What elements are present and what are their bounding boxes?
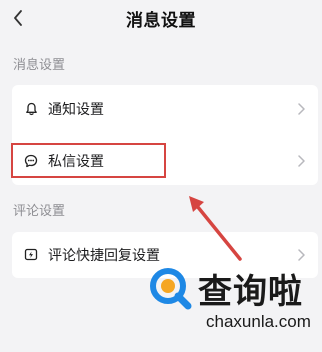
page-title: 消息设置	[126, 11, 196, 31]
lightning-comment-icon	[24, 248, 38, 262]
highlight-box	[11, 143, 166, 178]
watermark: 查询啦 chaxunla.com	[140, 260, 322, 352]
top-bar: 消息设置	[0, 0, 322, 40]
search-logo-icon	[150, 268, 192, 310]
bell-icon	[24, 102, 38, 116]
section-label-comments: 评论设置	[13, 204, 66, 219]
notification-settings-row[interactable]: 通知设置	[12, 85, 318, 133]
watermark-title: 查询啦	[198, 272, 303, 312]
watermark-url: chaxunla.com	[206, 312, 311, 331]
chevron-right-icon	[296, 102, 306, 116]
annotation-arrow-icon	[189, 196, 242, 261]
chevron-right-icon	[296, 154, 306, 168]
notification-settings-label: 通知设置	[48, 102, 104, 118]
section-label-messages: 消息设置	[13, 58, 66, 73]
